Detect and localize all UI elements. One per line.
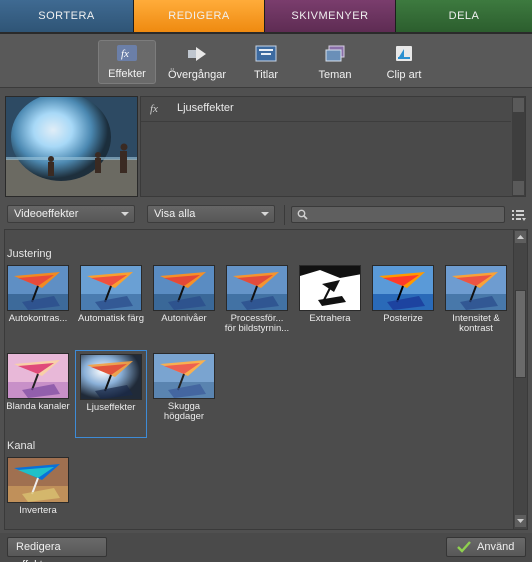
effect-thumbnail[interactable]: Blanda kanaler (5, 353, 71, 412)
show-dropdown[interactable]: Visa alla (147, 205, 275, 223)
titles-button[interactable]: Titlar (244, 40, 288, 84)
themes-label: Teman (318, 69, 352, 81)
effect-thumbnail[interactable]: Autonivåer (151, 265, 217, 324)
effect-image (372, 265, 434, 311)
effect-label: Invertera (19, 505, 57, 516)
chevron-up-icon (517, 235, 524, 239)
effect-image (7, 265, 69, 311)
bottom-bar: Redigera effekter Använd (0, 533, 532, 562)
effect-label: Skugga högdager (163, 401, 205, 422)
info-divider (141, 121, 511, 122)
chevron-down-icon (517, 519, 524, 523)
scroll-down-button[interactable] (513, 181, 524, 195)
filter-bar: Videoeffekter Visa alla (0, 201, 532, 229)
clipart-icon (393, 45, 415, 63)
effect-image (7, 457, 69, 503)
effect-image (153, 353, 215, 399)
transitions-label: Övergångar (167, 69, 227, 81)
effect-label: Intensitet & kontrast (452, 313, 500, 334)
transition-icon (186, 45, 208, 63)
effect-image (226, 265, 288, 311)
effect-thumbnail[interactable]: Intensitet & kontrast (443, 265, 509, 334)
fx-icon: fx (116, 44, 138, 62)
effect-image (80, 265, 142, 311)
tab-redigera[interactable]: REDIGERA (134, 0, 265, 32)
titles-label: Titlar (253, 69, 279, 81)
effect-image (445, 265, 507, 311)
scroll-up-button[interactable] (515, 231, 526, 243)
chevron-down-icon (261, 212, 269, 216)
edit-effects-button[interactable]: Redigera effekter (7, 537, 107, 562)
titles-icon (255, 45, 277, 63)
effect-label: Automatisk färg (78, 313, 144, 324)
chevron-down-icon (121, 212, 129, 216)
search-input[interactable] (291, 206, 505, 223)
scroll-down-button[interactable] (515, 515, 526, 527)
effect-image (153, 265, 215, 311)
effect-thumbnail[interactable]: Automatisk färg (78, 265, 144, 324)
apply-button[interactable]: Använd (446, 537, 526, 557)
themes-button[interactable]: Teman (312, 40, 358, 84)
effects-label: Effekter (108, 68, 146, 80)
effect-label: Processför... för bildstyrnin... (224, 313, 290, 334)
scroll-up-button[interactable] (513, 98, 524, 112)
effect-image (299, 265, 361, 311)
tab-dela[interactable]: DELA (396, 0, 532, 32)
effect-image (80, 354, 142, 400)
effect-thumbnail-selected[interactable]: Ljuseffekter (75, 350, 147, 438)
edit-toolbar: fx Effekter Övergångar Titlar Teman Clip… (0, 34, 532, 88)
effect-thumbnail[interactable]: Processför... för bildstyrnin... (224, 265, 290, 334)
effect-info-panel: fx Ljuseffekter (140, 96, 526, 197)
effect-label: Posterize (383, 313, 423, 324)
effect-preview (5, 96, 138, 197)
apply-label: Använd (477, 541, 515, 553)
clipart-label: Clip art (386, 69, 422, 81)
fx-small-icon: fx (150, 103, 158, 115)
transitions-button[interactable]: Övergångar (158, 40, 236, 84)
tab-sortera[interactable]: SORTERA (0, 0, 134, 32)
effect-name: Ljuseffekter (177, 102, 234, 114)
effect-thumbnail[interactable]: Skugga högdager (151, 353, 217, 422)
section-title-justering: Justering (7, 248, 52, 260)
list-view-icon[interactable] (512, 209, 526, 221)
effect-image (7, 353, 69, 399)
tab-skivmenyer[interactable]: SKIVMENYER (265, 0, 396, 32)
search-icon (297, 209, 308, 220)
category-dropdown[interactable]: Videoeffekter (7, 205, 135, 223)
checkmark-icon (457, 541, 471, 553)
scroll-thumb[interactable] (515, 290, 526, 378)
effect-label: Blanda kanaler (6, 401, 70, 412)
effects-button[interactable]: fx Effekter (98, 40, 156, 84)
effect-label: Ljuseffekter (86, 402, 136, 413)
svg-text:fx: fx (121, 48, 129, 60)
workspace-tabs: SORTERA REDIGERA SKIVMENYER DELA (0, 0, 532, 34)
effect-label: Extrahera (309, 313, 351, 324)
show-value: Visa alla (154, 208, 196, 220)
filter-divider (284, 205, 285, 225)
info-scrollbar[interactable] (512, 97, 525, 196)
effects-gallery: Justering Autokontras... Automatisk färg… (4, 229, 528, 530)
effect-label: Autokontras... (8, 313, 68, 324)
svg-text:fx: fx (150, 103, 158, 115)
effect-label: Autonivåer (161, 313, 207, 324)
effect-thumbnail[interactable]: Invertera (5, 457, 71, 516)
gallery-scrollbar[interactable] (513, 230, 527, 529)
themes-icon (324, 45, 346, 63)
clipart-button[interactable]: Clip art (380, 40, 428, 84)
category-value: Videoeffekter (14, 208, 79, 220)
effect-thumbnail[interactable]: Extrahera (297, 265, 363, 324)
effect-thumbnail[interactable]: Posterize (370, 265, 436, 324)
section-title-kanal: Kanal (7, 440, 36, 452)
effect-thumbnail[interactable]: Autokontras... (5, 265, 71, 324)
